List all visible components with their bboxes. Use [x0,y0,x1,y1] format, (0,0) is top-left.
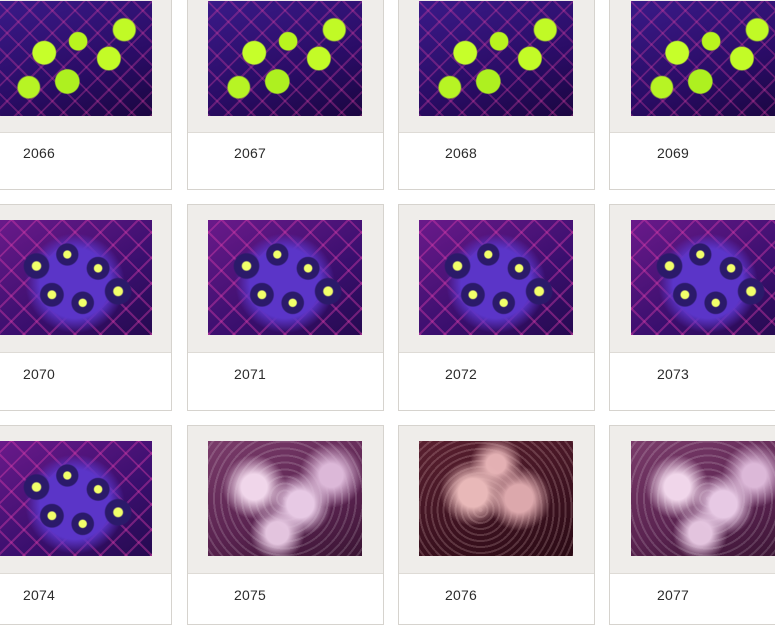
gallery-item-label: 2066 [23,145,55,161]
gallery-item-label: 2072 [445,366,477,382]
gallery-item-label: 2070 [23,366,55,382]
coral-thumbnail[interactable] [0,441,152,556]
gallery-item-label: 2069 [657,145,689,161]
gallery-item[interactable]: 2066 [0,0,172,190]
gallery-item-label: 2074 [23,587,55,603]
gallery-item[interactable]: 2072 [398,204,595,411]
coral-thumbnail[interactable] [631,220,775,335]
gallery-item-label: 2067 [234,145,266,161]
coral-thumbnail[interactable] [419,1,573,116]
gallery-item-label: 2071 [234,366,266,382]
coral-thumbnail[interactable] [0,1,152,116]
coral-thumbnail[interactable] [208,1,362,116]
coral-thumbnail[interactable] [208,220,362,335]
coral-thumbnail[interactable] [631,1,775,116]
gallery-item[interactable]: 2067 [187,0,384,190]
gallery-item[interactable]: 2069 [609,0,775,190]
gallery-item[interactable]: 2075 [187,425,384,625]
gallery-item[interactable]: 2068 [398,0,595,190]
coral-thumbnail[interactable] [208,441,362,556]
gallery-item[interactable]: 2071 [187,204,384,411]
gallery-item[interactable]: 2073 [609,204,775,411]
coral-thumbnail[interactable] [0,220,152,335]
gallery-item[interactable]: 2070 [0,204,172,411]
coral-thumbnail[interactable] [631,441,775,556]
gallery-item-label: 2068 [445,145,477,161]
gallery-item-label: 2077 [657,587,689,603]
gallery-item[interactable]: 2074 [0,425,172,625]
gallery-item[interactable]: 2076 [398,425,595,625]
gallery-item[interactable]: 2077 [609,425,775,625]
coral-thumbnail[interactable] [419,441,573,556]
gallery-item-label: 2073 [657,366,689,382]
gallery-item-label: 2076 [445,587,477,603]
coral-thumbnail[interactable] [419,220,573,335]
gallery-item-label: 2075 [234,587,266,603]
